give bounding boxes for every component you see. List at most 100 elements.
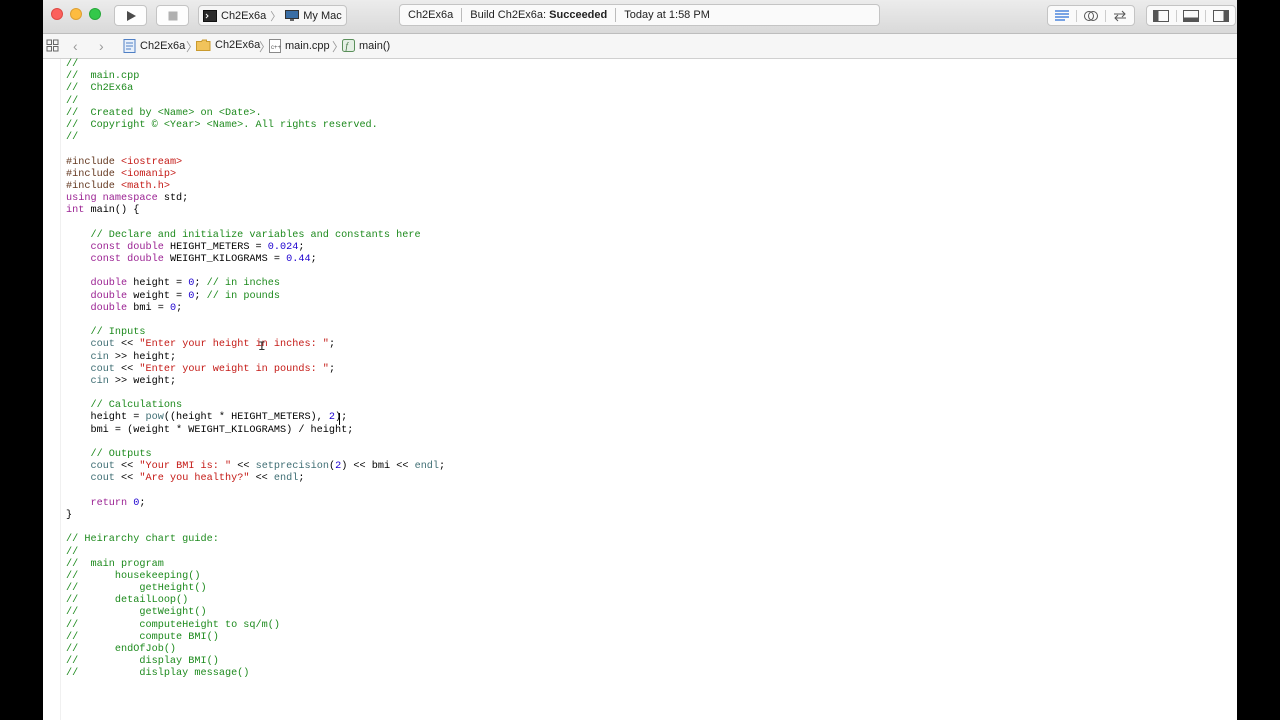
code-line: cin >> height; xyxy=(66,352,445,364)
code-token: <iomanip> xyxy=(121,168,177,180)
navigator-toggle-button[interactable] xyxy=(1147,9,1176,22)
code-token: cout xyxy=(90,363,115,375)
code-line: double height = 0; // in inches xyxy=(66,278,445,290)
stop-button[interactable] xyxy=(156,5,189,26)
code-token: const double xyxy=(90,254,170,265)
jumpbar-item-folder[interactable]: Ch2Ex6a xyxy=(196,39,260,51)
cpp-file-icon: c++ xyxy=(269,39,281,53)
code-line: cout << "Are you healthy?" << endl; xyxy=(66,473,445,485)
code-token: setprecision xyxy=(255,461,329,473)
related-items-button[interactable] xyxy=(46,39,59,52)
code-line: double weight = 0; // in pounds xyxy=(66,291,445,303)
code-token: // detailLoop() xyxy=(66,595,189,607)
status-divider xyxy=(461,8,463,22)
code-line: // Inputs xyxy=(66,327,445,339)
code-token: cout xyxy=(90,473,115,485)
code-token: // Created by <Name> on <Date>. xyxy=(66,107,262,119)
scheme-selector[interactable]: Ch2Ex6a 〉 My Mac xyxy=(198,5,347,26)
code-line: cout << "Your BMI is: " << setprecision(… xyxy=(66,461,445,473)
code-token: ; xyxy=(194,290,207,302)
text-caret xyxy=(339,413,340,425)
editor-assistant-button[interactable] xyxy=(1076,9,1105,22)
code-token: int xyxy=(66,205,91,217)
code-token: endl xyxy=(414,461,440,473)
code-line: // getHeight() xyxy=(66,583,445,595)
close-button[interactable] xyxy=(51,8,63,20)
code-token: // dislplay message() xyxy=(66,668,250,680)
code-line: // detailLoop() xyxy=(66,595,445,607)
code-line: return 0; xyxy=(66,498,445,510)
code-token: ; xyxy=(194,278,207,290)
code-token: bmi = xyxy=(133,302,170,314)
code-token: // xyxy=(66,132,79,144)
code-token: // xyxy=(66,59,79,70)
code-token: // main.cpp xyxy=(66,71,140,83)
code-line: // computeHeight to sq/m() xyxy=(66,620,445,632)
zoom-button[interactable] xyxy=(89,8,101,20)
editor-mode-segment xyxy=(1047,5,1135,26)
code-token: // in inches xyxy=(206,278,281,290)
code-token: // computeHeight to sq/m() xyxy=(66,619,280,631)
code-token: <iostream> xyxy=(121,156,183,168)
code-token: // xyxy=(66,95,79,107)
debug-toggle-icon xyxy=(1183,9,1199,22)
code-token: ; xyxy=(298,473,305,485)
code-token: // Heirarchy chart guide: xyxy=(66,534,219,546)
jumpbar-file-label: main.cpp xyxy=(285,40,330,52)
forward-icon: › xyxy=(99,38,104,54)
panel-toggle-segment xyxy=(1146,5,1236,26)
code-token: WEIGHT_KILOGRAMS = xyxy=(169,254,287,265)
jump-bar: ‹ › Ch2Ex6a 〉 Ch2Ex6a 〉 c++ main.cpp 〉 f… xyxy=(43,34,1237,59)
editor-gutter[interactable] xyxy=(43,59,61,720)
code-token: using namespace xyxy=(66,193,164,205)
utilities-toggle-button[interactable] xyxy=(1205,9,1235,22)
source-editor[interactable]: //// main.cpp// Ch2Ex6a//// Created by <… xyxy=(43,59,1237,720)
code-line: bmi = (weight * WEIGHT_KILOGRAMS) / heig… xyxy=(66,425,445,437)
forward-button[interactable]: › xyxy=(99,38,104,54)
code-line: // dislplay message() xyxy=(66,668,445,680)
code-line: height = pow((height * HEIGHT_METERS), 2… xyxy=(66,412,445,424)
back-button[interactable]: ‹ xyxy=(73,38,78,54)
code-token: double xyxy=(90,290,134,302)
code-token: << xyxy=(114,363,140,375)
activity-status: Ch2Ex6a Build Ch2Ex6a: Succeeded Today a… xyxy=(399,4,880,26)
debug-toggle-button[interactable] xyxy=(1175,9,1206,22)
mac-icon xyxy=(285,9,300,21)
code-line: cout << "Enter your height in inches: "; xyxy=(66,339,445,351)
code-line: // main program xyxy=(66,559,445,571)
ibeam-cursor-icon: I xyxy=(258,339,266,354)
code-line: #include <iostream> xyxy=(66,157,445,169)
editor-assistant-icon xyxy=(1084,10,1098,21)
code-token: << xyxy=(249,473,274,485)
editor-standard-button[interactable] xyxy=(1048,9,1076,22)
function-icon: f xyxy=(342,39,355,52)
code-token: "Enter your weight in pounds: " xyxy=(139,363,329,375)
code-token: << xyxy=(114,461,140,473)
code-line: // xyxy=(66,132,445,144)
jumpbar-item-file[interactable]: c++ main.cpp xyxy=(269,39,330,53)
code-token: << xyxy=(114,473,140,485)
code-text[interactable]: //// main.cpp// Ch2Ex6a//// Created by <… xyxy=(66,59,445,681)
code-line: using namespace std; xyxy=(66,193,445,205)
code-line: const double WEIGHT_KILOGRAMS = 0.44; xyxy=(66,254,445,266)
code-token: // Inputs xyxy=(66,327,146,339)
navigator-toggle-icon xyxy=(1153,9,1170,22)
status-time: Today at 1:58 PM xyxy=(624,9,710,21)
code-token: #include xyxy=(66,156,122,168)
jumpbar-item-project[interactable]: Ch2Ex6a xyxy=(123,39,185,53)
code-token: // display BMI() xyxy=(66,656,219,668)
editor-version-button[interactable] xyxy=(1105,9,1134,22)
code-token: return xyxy=(90,497,134,509)
code-token: ) << bmi << xyxy=(341,461,415,473)
code-line: } xyxy=(66,510,445,522)
code-token: // xyxy=(66,546,79,558)
code-token: // Outputs xyxy=(66,449,152,460)
minimize-button[interactable] xyxy=(70,8,82,20)
jumpbar-item-function[interactable]: f main() xyxy=(342,39,390,52)
run-button[interactable] xyxy=(114,5,147,26)
